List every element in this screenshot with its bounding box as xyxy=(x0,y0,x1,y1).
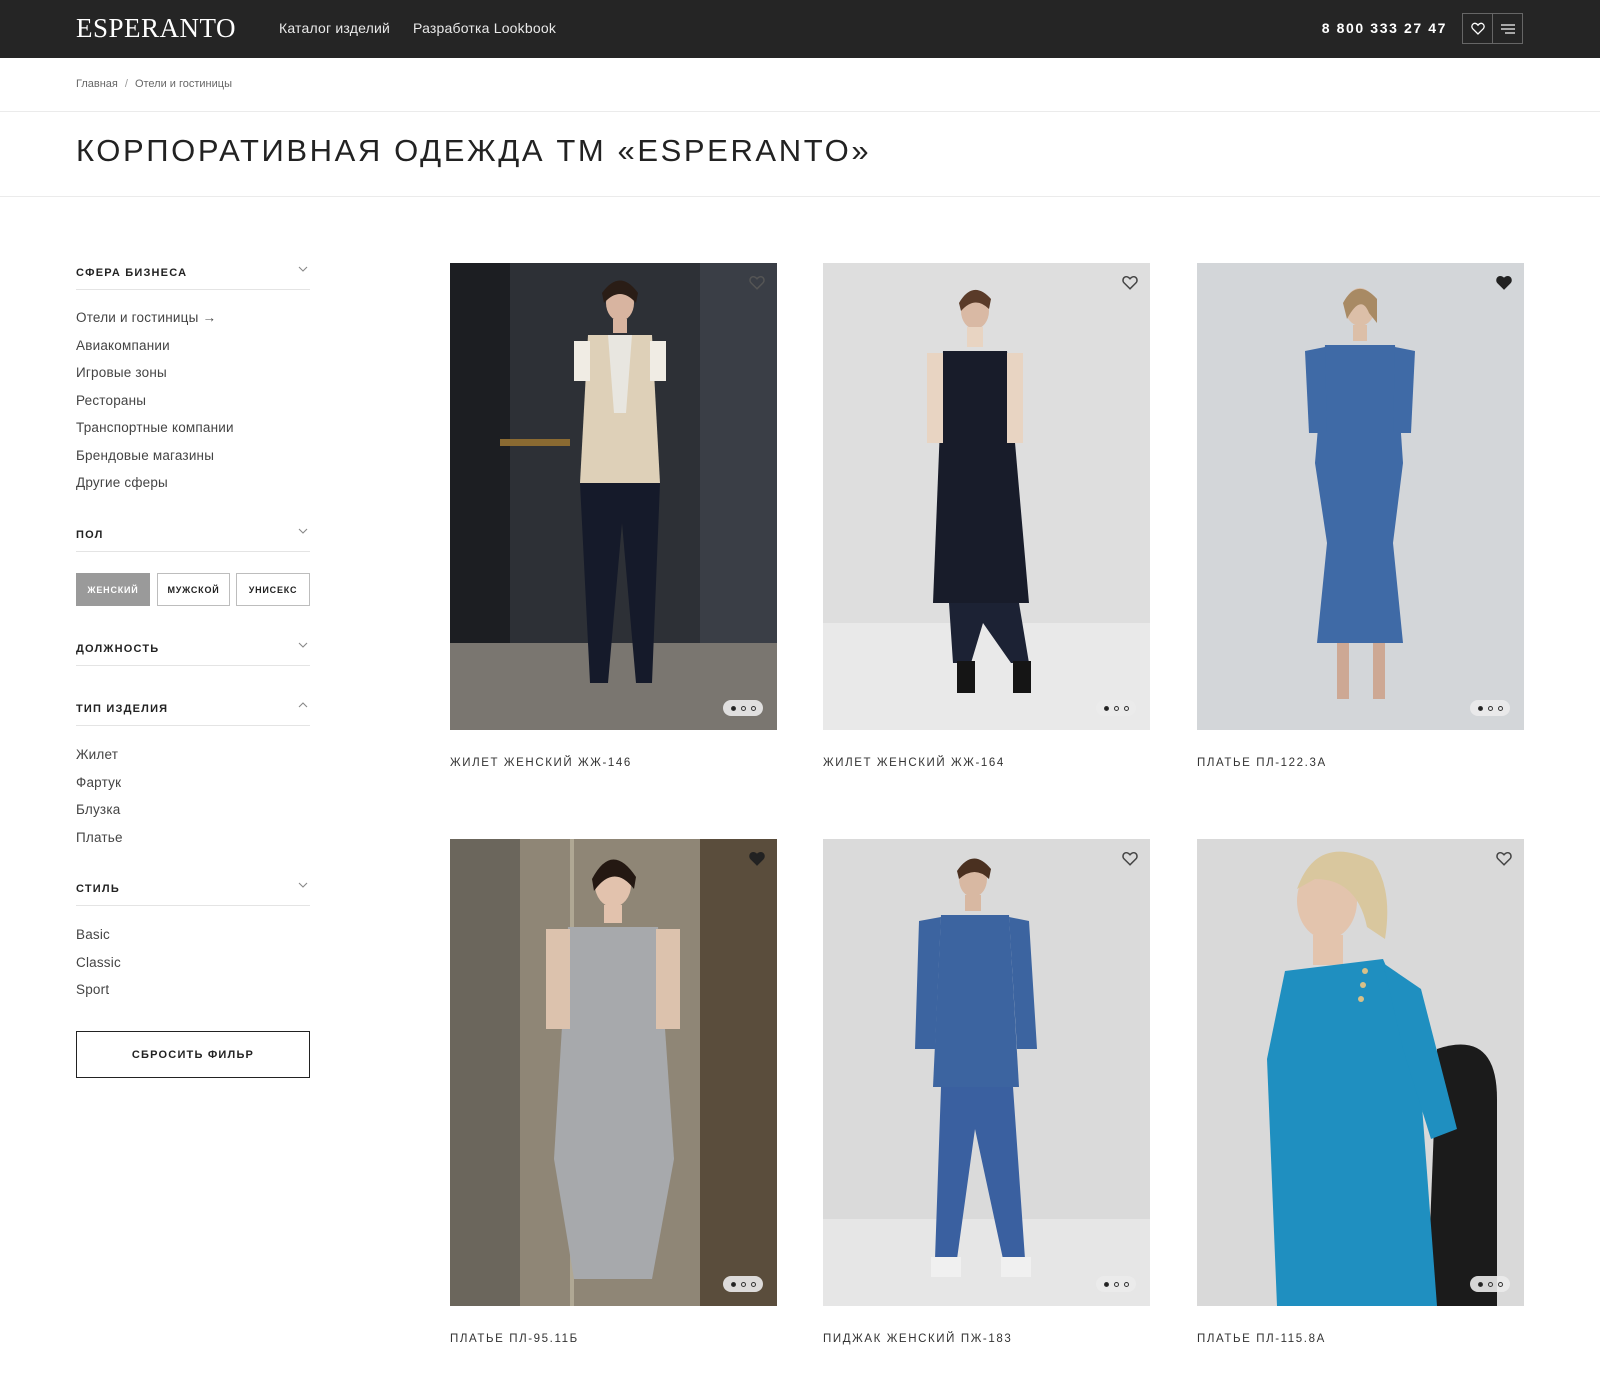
heart-icon xyxy=(1470,22,1485,35)
product-image[interactable] xyxy=(1197,263,1524,730)
menu-button[interactable] xyxy=(1492,13,1523,44)
filter-business-item[interactable]: Другие сферы xyxy=(76,473,234,501)
product-photo xyxy=(1197,839,1524,1306)
nav-catalog-link[interactable]: Каталог изделий xyxy=(279,20,390,36)
filter-style-header[interactable]: СТИЛЬ xyxy=(76,876,310,906)
heart-icon[interactable] xyxy=(1122,275,1138,290)
heart-icon[interactable] xyxy=(1496,275,1512,290)
filter-gender-header[interactable]: ПОЛ xyxy=(76,522,310,552)
filter-business-item[interactable]: Транспортные компании xyxy=(76,418,234,446)
gender-male-button[interactable]: МУЖСКОЙ xyxy=(157,573,230,606)
divider xyxy=(0,196,1600,197)
carousel-dots[interactable] xyxy=(1470,700,1510,716)
filter-position-title: ДОЛЖНОСТЬ xyxy=(76,643,160,655)
product-image[interactable] xyxy=(823,839,1150,1306)
product-image[interactable] xyxy=(450,263,777,730)
carousel-dots[interactable] xyxy=(1096,1276,1136,1292)
product-name[interactable]: ЖИЛЕТ ЖЕНСКИЙ ЖЖ-164 xyxy=(823,757,1005,769)
filter-style-list: Basic Classic Sport xyxy=(76,925,121,1008)
page-title: КОРПОРАТИВНАЯ ОДЕЖДА ТМ «ESPERANTO» xyxy=(76,133,872,168)
filter-itemtype-item[interactable]: Платье xyxy=(76,828,123,856)
product-card[interactable]: ПЛАТЬЕ ПЛ-115.8А xyxy=(1197,839,1524,1345)
product-photo xyxy=(823,263,1150,730)
filter-business-header[interactable]: СФЕРА БИЗНЕСА xyxy=(76,260,310,290)
filter-itemtype-item[interactable]: Жилет xyxy=(76,745,123,773)
product-photo xyxy=(1197,263,1524,730)
filter-position-header[interactable]: ДОЛЖНОСТЬ xyxy=(76,636,310,666)
menu-icon xyxy=(1500,23,1515,34)
carousel-dots[interactable] xyxy=(723,700,763,716)
filter-style-item[interactable]: Basic xyxy=(76,925,121,953)
filter-style-title: СТИЛЬ xyxy=(76,883,120,895)
product-card[interactable]: ЖИЛЕТ ЖЕНСКИЙ ЖЖ-146 xyxy=(450,263,777,769)
heart-icon[interactable] xyxy=(1496,851,1512,866)
chevron-up-icon xyxy=(298,702,308,708)
carousel-dots[interactable] xyxy=(1096,700,1136,716)
logo[interactable]: ESPERANTO xyxy=(76,13,236,44)
product-name[interactable]: ПЛАТЬЕ ПЛ-115.8А xyxy=(1197,1333,1326,1345)
product-card[interactable]: ПЛАТЬЕ ПЛ-122.3А xyxy=(1197,263,1524,769)
product-card[interactable]: ЖИЛЕТ ЖЕНСКИЙ ЖЖ-164 xyxy=(823,263,1150,769)
favorites-button[interactable] xyxy=(1462,13,1493,44)
product-name[interactable]: ПЛАТЬЕ ПЛ-95.11Б xyxy=(450,1333,579,1345)
product-image[interactable] xyxy=(823,263,1150,730)
heart-icon[interactable] xyxy=(749,851,765,866)
filter-gender-title: ПОЛ xyxy=(76,529,104,541)
breadcrumb-separator: / xyxy=(124,78,128,90)
filter-itemtype-item[interactable]: Фартук xyxy=(76,773,123,801)
gender-unisex-button[interactable]: УНИСЕКС xyxy=(236,573,310,606)
filter-style-item[interactable]: Sport xyxy=(76,980,121,1008)
filter-business-item[interactable]: Рестораны xyxy=(76,391,234,419)
filter-itemtype-header[interactable]: ТИП ИЗДЕЛИЯ xyxy=(76,696,310,726)
reset-filter-button[interactable]: СБРОСИТЬ ФИЛЬР xyxy=(76,1031,310,1078)
chevron-down-icon xyxy=(298,882,308,888)
filter-itemtype-list: Жилет Фартук Блузка Платье xyxy=(76,745,123,855)
carousel-dots[interactable] xyxy=(1470,1276,1510,1292)
product-image[interactable] xyxy=(1197,839,1524,1306)
heart-icon[interactable] xyxy=(749,275,765,290)
product-photo xyxy=(450,839,777,1306)
heart-icon[interactable] xyxy=(1122,851,1138,866)
breadcrumb-home[interactable]: Главная xyxy=(76,78,118,90)
breadcrumb-current[interactable]: Отели и гостиницы xyxy=(135,78,232,90)
nav-lookbook-link[interactable]: Разработка Lookbook xyxy=(413,20,556,36)
gender-female-button[interactable]: ЖЕНСКИЙ xyxy=(76,573,150,606)
divider xyxy=(0,111,1600,112)
filter-style-item[interactable]: Classic xyxy=(76,953,121,981)
product-photo xyxy=(823,839,1150,1306)
product-card[interactable]: ПЛАТЬЕ ПЛ-95.11Б xyxy=(450,839,777,1345)
chevron-down-icon xyxy=(298,642,308,648)
filter-itemtype-title: ТИП ИЗДЕЛИЯ xyxy=(76,703,169,715)
chevron-down-icon xyxy=(298,266,308,272)
filter-business-item[interactable]: Брендовые магазины xyxy=(76,446,234,474)
product-name[interactable]: ЖИЛЕТ ЖЕНСКИЙ ЖЖ-146 xyxy=(450,757,632,769)
product-name[interactable]: ПЛАТЬЕ ПЛ-122.3А xyxy=(1197,757,1327,769)
phone-number[interactable]: 8 800 333 27 47 xyxy=(1322,20,1447,36)
top-header: ESPERANTO Каталог изделий Разработка Loo… xyxy=(0,0,1600,58)
filter-business-item[interactable]: Авиакомпании xyxy=(76,336,234,364)
filter-business-item[interactable]: Отели и гостиницы → xyxy=(76,308,234,336)
breadcrumb: Главная / Отели и гостиницы xyxy=(76,78,232,90)
filter-business-title: СФЕРА БИЗНЕСА xyxy=(76,267,188,279)
product-card[interactable]: ПИДЖАК ЖЕНСКИЙ ПЖ-183 xyxy=(823,839,1150,1345)
product-name[interactable]: ПИДЖАК ЖЕНСКИЙ ПЖ-183 xyxy=(823,1333,1012,1345)
filter-business-item[interactable]: Игровые зоны xyxy=(76,363,234,391)
product-photo xyxy=(450,263,777,730)
carousel-dots[interactable] xyxy=(723,1276,763,1292)
filter-business-list: Отели и гостиницы → Авиакомпании Игровые… xyxy=(76,308,234,501)
product-image[interactable] xyxy=(450,839,777,1306)
filter-itemtype-item[interactable]: Блузка xyxy=(76,800,123,828)
chevron-down-icon xyxy=(298,528,308,534)
